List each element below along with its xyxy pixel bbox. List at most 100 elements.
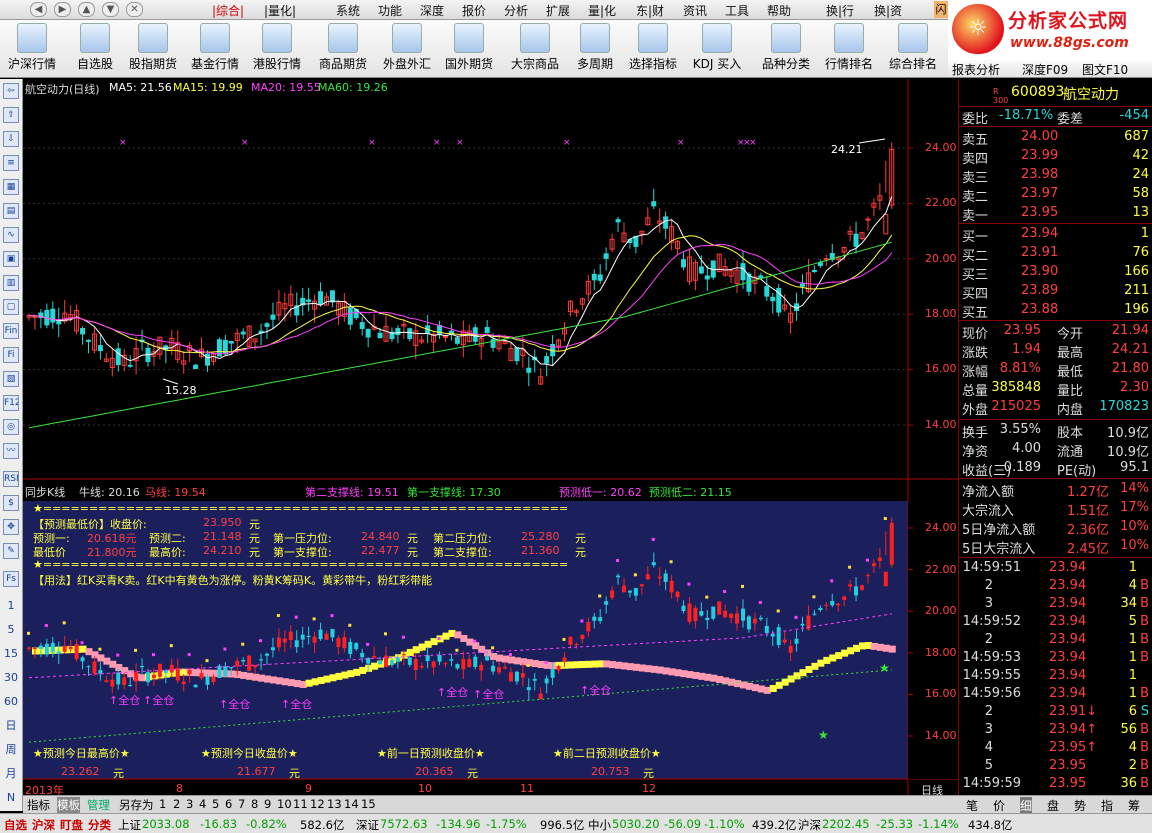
close-nav-icon[interactable]: ✕	[126, 2, 143, 17]
arrow-up-icon[interactable]: ⇧	[3, 107, 19, 123]
menu-kuozhan[interactable]: 扩展	[546, 2, 570, 19]
toolbar-button[interactable]: 国外期货	[440, 22, 498, 76]
arrow-down-icon[interactable]: ⇩	[3, 131, 19, 147]
status-zixuan[interactable]: 自选	[4, 817, 27, 833]
tab-saveas[interactable]: 另存为	[119, 797, 154, 813]
toolbar-button[interactable]: 行情排名	[820, 22, 878, 76]
toolbar-button[interactable]: 自选股	[66, 22, 124, 76]
tuwen-f10-button[interactable]: 图文F10	[1082, 61, 1128, 78]
toolbar-label[interactable]: 报表分析	[952, 61, 1000, 78]
template-slot[interactable]: 10	[277, 797, 292, 811]
wave-icon[interactable]: 〰	[3, 443, 19, 459]
arrow-left-icon[interactable]: ⇦	[3, 83, 19, 99]
menu-shendu[interactable]: 深度	[420, 2, 444, 19]
panel-tab[interactable]: 指	[1101, 797, 1113, 814]
pen-icon[interactable]: ✎	[3, 543, 19, 559]
menu-huanzi[interactable]: 换|资	[874, 2, 902, 19]
tab-manage[interactable]: 管理	[87, 797, 110, 813]
menu-bangzhu[interactable]: 帮助	[767, 2, 791, 19]
menu-fenxi[interactable]: 分析	[504, 2, 528, 19]
menu-dongcai[interactable]: 东|财	[636, 2, 664, 19]
status-hushen[interactable]: 沪深	[32, 817, 55, 833]
panel-tab[interactable]: 价	[993, 797, 1005, 814]
toolbar-button[interactable]: KDJ 买入	[688, 22, 746, 76]
template-slot[interactable]: 14	[344, 797, 359, 811]
fin-icon[interactable]: Fin	[3, 323, 19, 339]
toolbar-button[interactable]: 港股行情	[248, 22, 306, 76]
menu-zixun[interactable]: 资讯	[683, 2, 707, 19]
panel-tab[interactable]: 细	[1020, 797, 1033, 814]
period-button[interactable]: 1	[3, 599, 19, 615]
template-slot[interactable]: 7	[238, 797, 245, 811]
menu-baojia[interactable]: 报价	[462, 2, 486, 19]
table-icon[interactable]: ▤	[3, 203, 19, 219]
period-button[interactable]: 60	[3, 695, 19, 711]
tab-indicator[interactable]: 指标	[27, 797, 50, 813]
toolbar-button[interactable]: 外盘外汇	[378, 22, 436, 76]
panel-tab[interactable]: 筹	[1128, 797, 1140, 814]
period-button[interactable]: 日	[3, 719, 19, 735]
template-slot[interactable]: 8	[251, 797, 258, 811]
period-button[interactable]: 月	[3, 767, 19, 783]
toolbar-button[interactable]: 多周期	[566, 22, 624, 76]
menu-zonghe[interactable]: |综合|	[212, 2, 244, 19]
toolbar-button[interactable]: 基金行情	[186, 22, 244, 76]
period-button[interactable]: 周	[3, 743, 19, 759]
circle-icon[interactable]: ◎	[3, 419, 19, 435]
kline-chart-area[interactable]: × × × × × × × × × × ★ ★ 航空动力(日线) MA5: 21.56 MA15: 1…	[23, 79, 958, 797]
period-button[interactable]: 30	[3, 671, 19, 687]
toolbar-button[interactable]: 沪深行情	[3, 22, 61, 76]
up-nav-icon[interactable]: ▲	[78, 2, 95, 17]
template-slot[interactable]: 3	[186, 797, 193, 811]
menu-gongju[interactable]: 工具	[725, 2, 749, 19]
fi-icon[interactable]: Fi	[3, 347, 19, 363]
panel-tab[interactable]: 盘	[1047, 797, 1059, 814]
toolbar-button[interactable]: 股指期货	[124, 22, 182, 76]
list-icon[interactable]: ≡	[3, 155, 19, 171]
template-slot[interactable]: 12	[310, 797, 325, 811]
grid-icon[interactable]: ▦	[3, 179, 19, 195]
menu-xitong[interactable]: 系统	[336, 2, 360, 19]
toolbar-button[interactable]: 综合排名	[883, 22, 943, 76]
toolbar-button[interactable]: 大宗商品	[506, 22, 564, 76]
tab-template[interactable]: 模板	[57, 797, 80, 813]
template-slot[interactable]: 15	[361, 797, 376, 811]
toolbar-button[interactable]: 品种分类	[757, 22, 815, 76]
template-slot[interactable]: 2	[173, 797, 180, 811]
down-nav-icon[interactable]: ▼	[102, 2, 119, 17]
panel-tab[interactable]: 笔	[966, 797, 978, 814]
panel-tab[interactable]: 势	[1074, 797, 1086, 814]
toolbar-button[interactable]: 商品期货	[314, 22, 372, 76]
flash-button[interactable]: 闪	[934, 1, 948, 18]
template-slot[interactable]: 13	[327, 797, 342, 811]
menu-huanhang[interactable]: 换|行	[826, 2, 854, 19]
template-slot[interactable]: 6	[225, 797, 232, 811]
move-icon[interactable]: ✥	[3, 519, 19, 535]
monitor-icon[interactable]: ▣	[3, 251, 19, 267]
menu-lianghua2[interactable]: 量|化	[588, 2, 616, 19]
template-slot[interactable]: 4	[199, 797, 206, 811]
menu-gongneng[interactable]: 功能	[378, 2, 402, 19]
period-button[interactable]: N	[3, 791, 19, 807]
doc-icon[interactable]: ▢	[3, 299, 19, 315]
toolbar-button[interactable]: 选择指标	[624, 22, 682, 76]
status-dingpan[interactable]: 盯盘	[60, 817, 83, 833]
line-icon[interactable]: ∿	[3, 227, 19, 243]
status-fenlei[interactable]: 分类	[88, 817, 111, 833]
shendu-f09-button[interactable]: 深度F09	[1022, 61, 1068, 78]
template-slot[interactable]: 5	[212, 797, 219, 811]
f12-icon[interactable]: F12	[3, 395, 19, 411]
bar-icon[interactable]: ▥	[3, 275, 19, 291]
back-nav-icon[interactable]: ◀	[30, 2, 47, 17]
template-slot[interactable]: 1	[159, 797, 166, 811]
dollar-icon[interactable]: $	[3, 495, 19, 511]
template-slot[interactable]: 9	[264, 797, 271, 811]
period-button[interactable]: 5	[3, 623, 19, 639]
menu-lianghua[interactable]: |量化|	[264, 2, 296, 19]
chart-icon[interactable]: ▧	[3, 371, 19, 387]
rsi-icon[interactable]: RSI	[3, 471, 19, 487]
forward-nav-icon[interactable]: ▶	[54, 2, 71, 17]
fs-icon[interactable]: Fs	[3, 571, 19, 587]
period-button[interactable]: 15	[3, 647, 19, 663]
template-slot[interactable]: 11	[293, 797, 308, 811]
